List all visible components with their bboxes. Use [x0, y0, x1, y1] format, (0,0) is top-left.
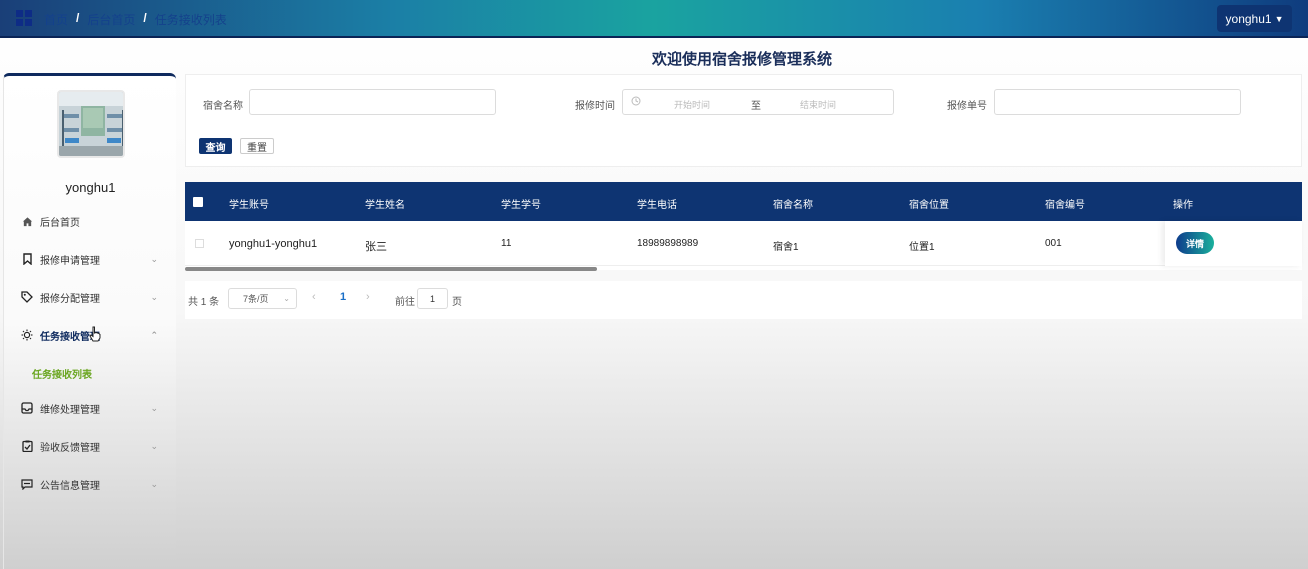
- horizontal-scrollbar[interactable]: [185, 267, 597, 271]
- cell-actions: 详情: [1165, 221, 1302, 266]
- detail-button[interactable]: 详情: [1176, 232, 1214, 254]
- table-row: yonghu1-yonghu1 张三 11 18989898989 宿舍1 位置…: [185, 221, 1302, 266]
- cell-dorm-name: 宿舍1: [773, 242, 799, 253]
- chevron-down-icon: ⌄: [150, 291, 158, 302]
- prev-page-button[interactable]: ‹: [312, 291, 316, 303]
- breadcrumb-current: 任务接收列表: [154, 13, 227, 27]
- breadcrumb-home[interactable]: 首页: [44, 11, 68, 28]
- sidebar-item-label: 验收反馈管理: [40, 442, 100, 454]
- clock-icon: [631, 96, 641, 109]
- user-menu-label: yonghu1: [1225, 11, 1272, 26]
- sidebar-item-repair-request[interactable]: 报修申请管理 ⌄: [20, 249, 165, 269]
- clipboard-check-icon: [20, 439, 34, 453]
- page-size-select[interactable]: 7条/页 ⌄: [228, 288, 297, 309]
- range-separator: 至: [751, 101, 761, 112]
- page-suffix-label: 页: [452, 297, 462, 308]
- cell-dorm-location: 位置1: [909, 242, 935, 253]
- sidebar-item-dashboard[interactable]: 后台首页: [20, 211, 165, 231]
- dorm-name-input[interactable]: [249, 89, 496, 115]
- breadcrumb-separator: /: [143, 11, 147, 25]
- breadcrumb-separator: /: [76, 11, 80, 25]
- sidebar-item-label: 报修申请管理: [40, 255, 100, 267]
- page-size-value: 7条/页: [243, 294, 269, 304]
- chevron-down-icon: ⌄: [283, 294, 290, 303]
- pagination-total: 共 1 条: [188, 297, 220, 308]
- column-header: 学生电话: [637, 200, 677, 211]
- end-time-placeholder: 结束时间: [800, 100, 837, 110]
- sidebar-item-label: 后台首页: [40, 217, 80, 229]
- sidebar-item-repair-process[interactable]: 维修处理管理 ⌄: [20, 398, 165, 418]
- table-header: 学生账号 学生姓名 学生学号 学生电话 宿舍名称 宿舍位置 宿舍编号 操作: [185, 182, 1302, 221]
- column-header: 学生账号: [229, 200, 269, 211]
- chevron-down-icon: ⌄: [150, 478, 158, 489]
- column-header: 学生学号: [501, 200, 541, 211]
- inbox-icon: [20, 401, 34, 415]
- dorm-name-label: 宿舍名称: [203, 101, 243, 112]
- sidebar-item-label: 维修处理管理: [40, 404, 100, 416]
- breadcrumb: 首页 / 后台首页 / 任务接收列表: [44, 11, 227, 28]
- repair-no-label: 报修单号: [947, 101, 987, 112]
- sidebar-item-announcement[interactable]: 公告信息管理 ⌄: [20, 474, 165, 494]
- column-header: 学生姓名: [365, 200, 405, 211]
- repair-no-input[interactable]: [994, 89, 1241, 115]
- search-panel: 宿舍名称 报修时间 开始时间 至 结束时间 报修单号 查询 重置: [185, 74, 1302, 167]
- message-icon: [20, 477, 34, 491]
- cell-dorm-no: 001: [1045, 238, 1062, 249]
- sun-icon: [20, 328, 34, 342]
- cell-account: yonghu1-yonghu1: [229, 238, 318, 250]
- goto-page-input[interactable]: 1: [417, 288, 448, 309]
- select-all-checkbox[interactable]: [193, 197, 203, 207]
- sidebar: yonghu1: [3, 73, 176, 569]
- home-icon: [20, 214, 34, 228]
- next-page-button[interactable]: ›: [366, 291, 370, 303]
- grid-menu-icon[interactable]: [16, 10, 32, 26]
- cell-name: 张三: [365, 241, 387, 253]
- top-bar: 首页 / 后台首页 / 任务接收列表 yonghu1 ▼: [0, 0, 1308, 38]
- column-header: 宿舍位置: [909, 200, 949, 211]
- repair-time-range-picker[interactable]: 开始时间 至 结束时间: [622, 89, 894, 115]
- user-menu-button[interactable]: yonghu1 ▼: [1217, 5, 1292, 32]
- goto-label: 前往: [395, 297, 415, 308]
- breadcrumb-dashboard[interactable]: 后台首页: [87, 11, 135, 28]
- bookmark-icon: [20, 252, 34, 266]
- sidebar-item-label: 公告信息管理: [40, 480, 100, 492]
- chevron-down-icon: ⌄: [150, 402, 158, 413]
- chevron-down-icon: ▼: [1274, 13, 1284, 24]
- hand-cursor-icon: [89, 326, 101, 345]
- cell-phone: 18989898989: [637, 238, 699, 249]
- column-header: 宿舍编号: [1045, 200, 1085, 211]
- pagination: 共 1 条 7条/页 ⌄ ‹ 1 › 前往 1 页: [185, 281, 1302, 319]
- tag-icon: [20, 290, 34, 304]
- cell-student-no: 11: [501, 238, 512, 249]
- sidebar-item-acceptance-feedback[interactable]: 验收反馈管理 ⌄: [20, 436, 165, 456]
- page-title: 欢迎使用宿舍报修管理系统: [651, 51, 832, 68]
- sidebar-item-label: 报修分配管理: [40, 293, 100, 305]
- sidebar-subitem-task-list[interactable]: 任务接收列表: [32, 366, 92, 381]
- chevron-down-icon: ⌄: [150, 440, 158, 451]
- column-header: 宿舍名称: [773, 200, 813, 211]
- row-checkbox[interactable]: [195, 239, 204, 248]
- query-button[interactable]: 查询: [199, 138, 232, 154]
- sidebar-item-repair-assign[interactable]: 报修分配管理 ⌄: [20, 287, 165, 307]
- page-number-current[interactable]: 1: [340, 291, 346, 303]
- chevron-down-icon: ⌄: [150, 253, 158, 264]
- chevron-up-icon: ⌃: [150, 329, 158, 340]
- repair-time-label: 报修时间: [575, 101, 615, 112]
- sidebar-username: yonghu1: [65, 180, 116, 195]
- avatar: [57, 90, 125, 158]
- data-table: 学生账号 学生姓名 学生学号 学生电话 宿舍名称 宿舍位置 宿舍编号 操作 yo…: [185, 182, 1302, 271]
- goto-page-value: 1: [429, 293, 435, 304]
- column-header: 操作: [1173, 200, 1193, 211]
- start-time-placeholder: 开始时间: [674, 100, 711, 110]
- reset-button[interactable]: 重置: [240, 138, 274, 154]
